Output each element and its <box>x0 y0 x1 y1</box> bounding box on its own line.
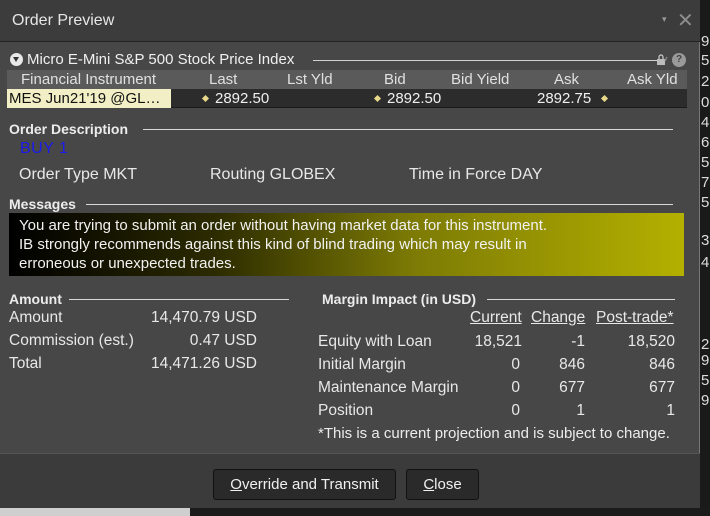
column-header[interactable]: Bid Yield <box>451 71 509 88</box>
post-trade-column-header: Post-trade* <box>596 309 674 326</box>
current-column-header: Current <box>470 309 522 326</box>
background-app-strip: 9 5 2 0 4 6 5 7 5 3 4 2 9 5 9 <box>700 0 710 516</box>
margin-change: 846 <box>559 356 585 373</box>
market-data-marker-icon <box>373 94 382 103</box>
bg-digit: 4 <box>701 254 710 271</box>
instrument-table: Financial Instrument Last Lst Yld Bid Bi… <box>7 70 687 108</box>
margin-row-label: Initial Margin <box>318 356 406 373</box>
instrument-section-title: Micro E-Mini S&P 500 Stock Price Index <box>27 51 295 68</box>
margin-current: 0 <box>511 356 520 373</box>
window-menu-icon[interactable]: ▾ <box>662 14 667 25</box>
margin-change: 1 <box>576 402 585 419</box>
mnemonic-letter: C <box>423 476 435 493</box>
amount-title: Amount <box>9 291 62 307</box>
instrument-header: Micro E-Mini S&P 500 Stock Price Index ? <box>8 50 688 70</box>
bg-digit: 4 <box>701 114 710 131</box>
margin-post: 677 <box>649 379 675 396</box>
title-bar[interactable]: Order Preview ▾ ✕ <box>0 0 700 42</box>
margin-post: 846 <box>649 356 675 373</box>
amount-value: 14,470.79 USD <box>151 309 257 326</box>
message-line: erroneous or unexpected trades. <box>19 255 236 272</box>
bg-bottom-light <box>0 508 190 516</box>
margin-current: 0 <box>511 379 520 396</box>
button-label: verride and Transmit <box>241 476 379 493</box>
table-row[interactable]: MES Jun21'19 @GL… 2892.50 2892.50 2892.7… <box>7 89 687 108</box>
time-in-force: Time in Force DAY <box>409 166 543 183</box>
background-app-bottom <box>0 508 710 516</box>
last-price: 2892.50 <box>215 90 270 107</box>
column-header[interactable]: Ask <box>554 71 579 88</box>
bg-digit: 5 <box>701 52 710 69</box>
commission-label: Commission (est.) <box>9 332 134 349</box>
divider <box>487 299 675 300</box>
total-label: Total <box>9 355 42 372</box>
bg-digit: 7 <box>701 174 710 191</box>
instrument-name-cell[interactable]: MES Jun21'19 @GL… <box>7 89 171 108</box>
margin-current: 18,521 <box>474 333 522 350</box>
margin-row-label: Position <box>318 402 374 419</box>
bg-digit: 9 <box>701 33 710 50</box>
bg-digit: 5 <box>701 194 710 211</box>
close-icon[interactable]: ✕ <box>677 8 694 33</box>
override-and-transmit-button[interactable]: Override and Transmit <box>213 469 396 500</box>
bg-digit: 5 <box>701 372 710 389</box>
button-bar: Override and Transmit Close <box>0 453 700 508</box>
market-data-marker-icon <box>201 94 210 103</box>
divider <box>69 299 289 300</box>
close-button[interactable]: Close <box>406 469 479 500</box>
column-header[interactable]: Ask Yld <box>627 71 678 88</box>
routing: Routing GLOBEX <box>210 166 336 183</box>
change-column-header: Change <box>531 309 586 326</box>
message-line: You are trying to submit an order withou… <box>19 217 548 234</box>
order-description-title: Order Description <box>9 121 129 137</box>
bg-digit: 6 <box>701 134 710 151</box>
bg-digit: 9 <box>701 392 710 409</box>
warning-message-box: You are trying to submit an order withou… <box>9 213 684 276</box>
divider <box>313 60 658 61</box>
bg-digit: 5 <box>701 154 710 171</box>
amount-label: Amount <box>9 309 63 326</box>
bg-digit: 2 <box>701 336 710 353</box>
margin-row-label: Equity with Loan <box>318 333 432 350</box>
mnemonic-letter: O <box>230 476 242 493</box>
window-title: Order Preview <box>12 12 115 29</box>
margin-post: 18,520 <box>627 333 675 350</box>
instrument-name: MES Jun21'19 @GL… <box>9 90 161 107</box>
column-header[interactable]: Financial Instrument <box>21 71 156 88</box>
bid-price: 2892.50 <box>387 90 442 107</box>
margin-current: 0 <box>511 402 520 419</box>
order-action: BUY 1 <box>20 140 69 157</box>
divider <box>86 204 673 205</box>
lock-icon[interactable] <box>656 54 668 66</box>
margin-post: 1 <box>666 402 675 419</box>
message-line: IB strongly recommends against this kind… <box>19 236 527 253</box>
bg-digit: 2 <box>701 73 710 90</box>
table-header: Financial Instrument Last Lst Yld Bid Bi… <box>7 70 687 89</box>
collapse-toggle-icon[interactable] <box>10 53 23 66</box>
bg-digit: 0 <box>701 94 710 111</box>
margin-row-label: Maintenance Margin <box>318 379 459 396</box>
help-icon[interactable]: ? <box>672 53 686 67</box>
divider <box>143 129 673 130</box>
order-preview-dialog: Order Preview ▾ ✕ Micro E-Mini S&P 500 S… <box>0 0 700 508</box>
market-data-marker-icon <box>600 94 609 103</box>
bg-digit: 3 <box>701 232 710 249</box>
column-header[interactable]: Last <box>209 71 237 88</box>
button-label: lose <box>434 476 462 493</box>
margin-change: 677 <box>559 379 585 396</box>
column-header[interactable]: Lst Yld <box>287 71 333 88</box>
ask-price: 2892.75 <box>537 90 592 107</box>
margin-footnote: *This is a current projection and is sub… <box>318 425 670 442</box>
commission-value: 0.47 USD <box>189 332 257 349</box>
margin-change: -1 <box>571 333 585 350</box>
messages-title: Messages <box>9 196 76 212</box>
margin-impact-title: Margin Impact (in USD) <box>322 291 477 307</box>
order-type: Order Type MKT <box>19 166 137 183</box>
column-header[interactable]: Bid <box>384 71 406 88</box>
bg-digit: 9 <box>701 352 710 369</box>
total-value: 14,471.26 USD <box>151 355 257 372</box>
